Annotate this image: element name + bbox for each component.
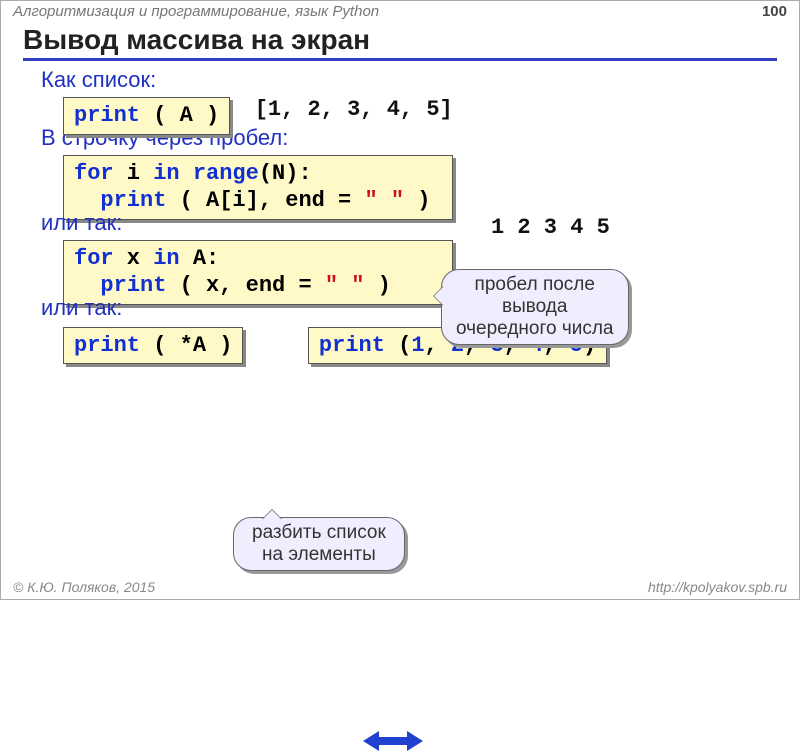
output-line-1: 1 2 3 4 5 <box>491 215 610 240</box>
course-label: Алгоритмизация и программирование, язык … <box>13 3 379 20</box>
callout-line: очередного числа <box>456 318 614 340</box>
callout-line: разбить список <box>252 522 386 544</box>
footer-url: http://kpolyakov.spb.ru <box>648 579 787 595</box>
callout-split-list: разбить список на элементы <box>233 517 405 571</box>
footer: © К.Ю. Поляков, 2015 http://kpolyakov.sp… <box>1 577 799 597</box>
header: Алгоритмизация и программирование, язык … <box>1 1 799 22</box>
bidirectional-arrow-icon <box>363 727 423 755</box>
footer-copyright: © К.Ю. Поляков, 2015 <box>13 579 155 595</box>
page-title: Вывод массива на экран <box>23 24 777 61</box>
page-number: 100 <box>762 3 787 20</box>
callout-line: вывода <box>456 296 614 318</box>
label-as-list: Как список: <box>41 67 759 93</box>
callout-line: на элементы <box>252 544 386 566</box>
callout-space-after: пробел после вывода очередного числа <box>441 269 629 345</box>
callout-line: пробел после <box>456 274 614 296</box>
code-print-star: print ( *A ) <box>63 327 243 365</box>
code-print-a: print ( A ) <box>63 97 230 135</box>
output-list: [1, 2, 3, 4, 5] <box>255 97 453 122</box>
